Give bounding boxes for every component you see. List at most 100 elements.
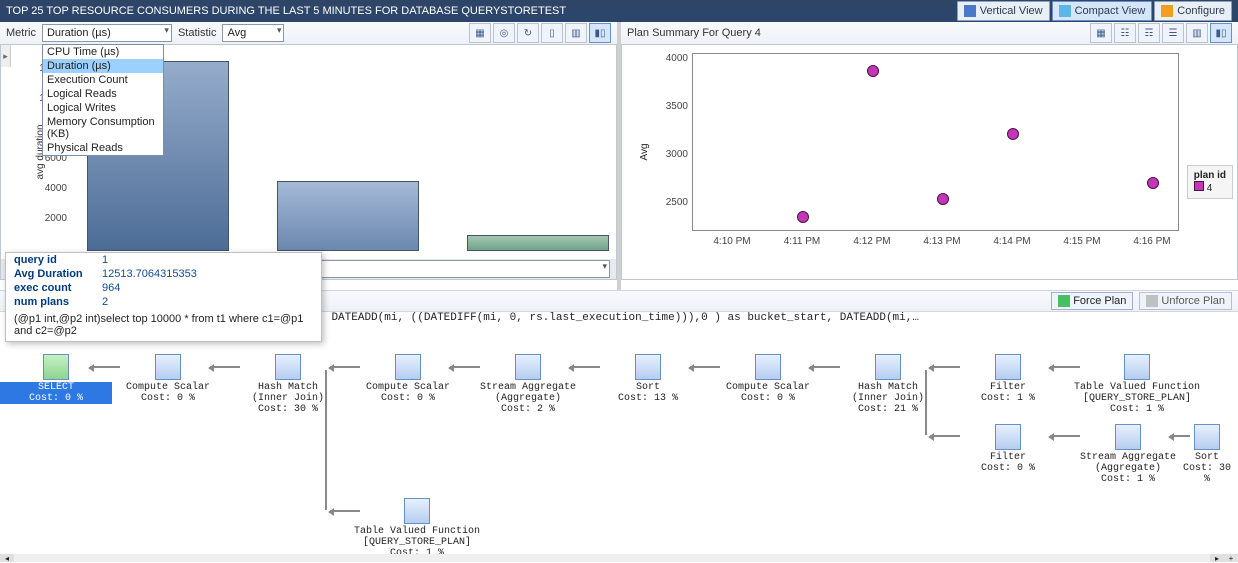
metric-label: Metric [6, 27, 36, 39]
unforce-plan-button[interactable]: Unforce Plan [1139, 292, 1232, 310]
refresh-icon[interactable]: ↻ [517, 23, 539, 43]
tooltip-row: exec count 964 [6, 281, 321, 295]
columns-icon[interactable]: ▥ [565, 23, 587, 43]
scatter-chart-area: Avg 4000 3500 3000 2500 4:10 PM 4:11 PM … [621, 44, 1238, 280]
plan-node-title: Filter [952, 452, 1064, 463]
plan-node-compute-scalar[interactable]: Compute Scalar Cost: 0 % [352, 354, 464, 404]
plan-node-title: Stream Aggregate [1072, 452, 1184, 463]
metric-select[interactable]: Duration (µs) [42, 24, 172, 42]
scatter-point[interactable] [937, 193, 949, 205]
tooltip-key: query id [14, 254, 94, 266]
statistic-select[interactable]: Avg [222, 24, 284, 42]
scroll-track[interactable] [14, 554, 1210, 562]
plan-node-sort[interactable]: Sort Cost: 13 % [592, 354, 704, 404]
tree2-view-icon[interactable]: ☶ [1138, 23, 1160, 43]
tooltip-key: Avg Duration [14, 268, 94, 280]
legend-swatch-icon [1194, 181, 1204, 191]
scroll-right-icon[interactable]: ▸ [1210, 554, 1224, 562]
compact-view-button[interactable]: Compact View [1052, 1, 1153, 21]
plan-node-title: Compute Scalar [112, 382, 224, 393]
vertical-view-button[interactable]: Vertical View [957, 1, 1050, 21]
plan-node-filter[interactable]: Filter Cost: 0 % [952, 424, 1064, 474]
layout-icon [964, 5, 976, 17]
metric-option[interactable]: Logical Reads [43, 87, 163, 101]
tree-view-icon[interactable]: ☷ [1114, 23, 1136, 43]
tile-icon[interactable]: ▯ [541, 23, 563, 43]
x-axis-select[interactable]: d [310, 260, 610, 278]
x-tick: 4:11 PM [772, 236, 832, 247]
bar-query-3[interactable] [277, 181, 419, 251]
compute-scalar-icon [395, 354, 421, 380]
filter-icon [995, 354, 1021, 380]
plan-node-compute-scalar[interactable]: Compute Scalar Cost: 0 % [112, 354, 224, 404]
scroll-expand-icon[interactable]: + [1224, 554, 1238, 562]
filter-icon [995, 424, 1021, 450]
scatter-point[interactable] [867, 65, 879, 77]
y-tick: 2500 [656, 197, 688, 208]
metric-option[interactable]: Logical Writes [43, 101, 163, 115]
plan-node-cost: Cost: 1 % [952, 393, 1064, 404]
horizontal-scrollbar[interactable]: ◂ ▸ + [0, 554, 1238, 562]
plan-node-cost: Cost: 2 % [472, 404, 584, 415]
scroll-left-icon[interactable]: ◂ [0, 554, 14, 562]
plan-node-cost: Cost: 30 % [232, 404, 344, 415]
x-tick: 4:15 PM [1052, 236, 1112, 247]
plan-node-tvf[interactable]: Table Valued Function [QUERY_STORE_PLAN]… [1072, 354, 1202, 415]
collapse-icon[interactable]: ▸ [1, 45, 11, 67]
chart-icon[interactable]: ▮▯ [1210, 23, 1232, 43]
configure-button[interactable]: Configure [1154, 1, 1232, 21]
x-tick: 4:13 PM [912, 236, 972, 247]
plan-node-select[interactable]: SELECT Cost: 0 % [0, 354, 112, 404]
tooltip-sql: (@p1 int,@p2 int)select top 10000 * from… [6, 309, 321, 341]
left-view-buttons: ▦ ◎ ↻ ▯ ▥ ▮▯ [469, 23, 611, 43]
left-pane: Metric Duration (µs) Statistic Avg ▦ ◎ ↻… [0, 22, 617, 290]
metric-option[interactable]: Memory Consumption (KB) [43, 115, 163, 141]
y-tick: 2000 [27, 213, 67, 224]
plan-node-subtitle: [QUERY_STORE_PLAN] [1072, 393, 1202, 404]
statistic-select-value: Avg [227, 27, 246, 39]
force-plan-label: Force Plan [1073, 295, 1126, 307]
plan-node-tvf[interactable]: Table Valued Function [QUERY_STORE_PLAN]… [352, 498, 482, 554]
force-plan-icon [1058, 295, 1070, 307]
plan-node-cost: Cost: 0 % [712, 393, 824, 404]
metric-option[interactable]: Physical Reads [43, 141, 163, 155]
bar-query-4[interactable] [467, 235, 609, 251]
scatter-point[interactable] [797, 211, 809, 223]
plan-node-compute-scalar[interactable]: Compute Scalar Cost: 0 % [712, 354, 824, 404]
plan-node-filter[interactable]: Filter Cost: 1 % [952, 354, 1064, 404]
plan-node-cost: Cost: 21 % [832, 404, 944, 415]
metric-dropdown[interactable]: CPU Time (µs) Duration (µs) Execution Co… [42, 44, 164, 156]
plan-node-title: Stream Aggregate [472, 382, 584, 393]
legend-label: 4 [1207, 183, 1213, 194]
plan-node-cost: Cost: 1 % [1072, 404, 1202, 415]
force-plan-button[interactable]: Force Plan [1051, 292, 1133, 310]
configure-icon [1161, 5, 1173, 17]
metric-option[interactable]: Execution Count [43, 73, 163, 87]
execution-plan-canvas[interactable]: SELECT Cost: 0 % Compute Scalar Cost: 0 … [0, 330, 1238, 554]
metric-option[interactable]: CPU Time (µs) [43, 45, 163, 59]
metric-select-value: Duration (µs) [47, 27, 111, 39]
metric-option[interactable]: Duration (µs) [43, 59, 163, 73]
list-view-icon[interactable]: ☰ [1162, 23, 1184, 43]
columns-icon[interactable]: ▥ [1186, 23, 1208, 43]
tooltip-row: num plans 2 [6, 295, 321, 309]
scatter-point[interactable] [1007, 128, 1019, 140]
right-view-buttons: ▦ ☷ ☶ ☰ ▥ ▮▯ [1090, 23, 1232, 43]
plan-node-subtitle: (Inner Join) [832, 393, 944, 404]
plan-node-cost: Cost: 13 % [592, 393, 704, 404]
sort-icon [1194, 424, 1220, 450]
tooltip-key: exec count [14, 282, 94, 294]
scatter-point[interactable] [1147, 177, 1159, 189]
title-text: TOP 25 TOP RESOURCE CONSUMERS DURING THE… [6, 5, 955, 17]
bar-tooltip: query id 1 Avg Duration 12513.7064315353… [5, 252, 322, 342]
plan-node-title: Sort [592, 382, 704, 393]
plan-node-sort[interactable]: Sort Cost: 30 % [1182, 424, 1232, 485]
left-toolbar: Metric Duration (µs) Statistic Avg ▦ ◎ ↻… [0, 22, 617, 45]
target-icon[interactable]: ◎ [493, 23, 515, 43]
grid-view-icon[interactable]: ▦ [1090, 23, 1112, 43]
chart-icon[interactable]: ▮▯ [589, 23, 611, 43]
grid-view-icon[interactable]: ▦ [469, 23, 491, 43]
tooltip-value: 1 [102, 254, 108, 266]
y-tick: 4000 [27, 183, 67, 194]
tooltip-key: num plans [14, 296, 94, 308]
